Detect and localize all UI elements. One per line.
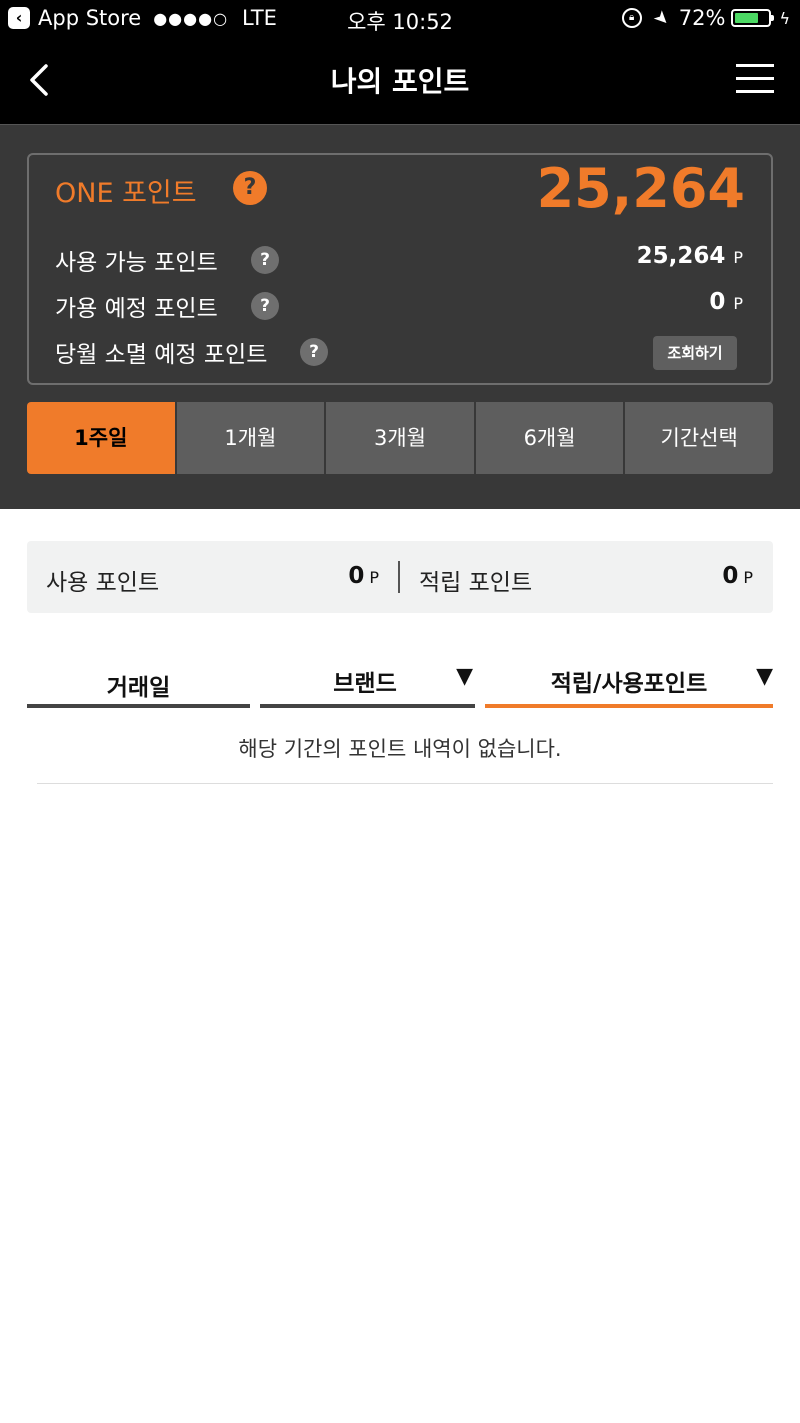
hamburger-menu-icon[interactable] [736, 64, 774, 96]
point-unit: P [369, 568, 379, 587]
column-underline [260, 704, 475, 708]
battery-icon [731, 9, 775, 27]
charging-icon: ϟ [779, 8, 790, 28]
earned-points-number: 0 [722, 563, 739, 589]
divider [398, 561, 400, 593]
points-usage-summary: 사용 포인트 0P 적립 포인트 0P [27, 541, 773, 613]
rotation-lock-icon: 🔒︎ [621, 8, 642, 28]
used-points-number: 0 [348, 563, 365, 589]
tab-1-week[interactable]: 1주일 [27, 402, 175, 474]
earned-points-label: 적립 포인트 [419, 570, 533, 596]
column-brand-label: 브랜드 [333, 671, 397, 697]
point-unit: P [743, 568, 753, 587]
column-underline [27, 704, 250, 708]
column-header-points[interactable]: 적립/사용포인트 ▼ [485, 660, 773, 708]
status-bar: ‹ App Store ●●●●○ LTE 오후 10:52 🔒︎ ➤ 72% … [0, 0, 800, 40]
nav-bar: 나의 포인트 [0, 40, 800, 125]
period-tabs: 1주일 1개월 3개월 6개월 기간선택 [27, 402, 773, 474]
status-right: 🔒︎ ➤ 72% ϟ [621, 5, 790, 31]
tab-1-month[interactable]: 1개월 [176, 402, 325, 474]
sort-down-icon[interactable]: ▼ [456, 664, 473, 689]
sort-down-icon[interactable]: ▼ [756, 664, 773, 689]
one-point-label: ONE 포인트 [55, 178, 197, 209]
column-underline-active [485, 704, 773, 708]
location-icon: ➤ [648, 5, 674, 31]
tab-3-months[interactable]: 3개월 [326, 402, 474, 474]
divider [37, 783, 773, 784]
help-icon[interactable]: ? [251, 246, 279, 274]
column-points-label: 적립/사용포인트 [550, 671, 708, 697]
pending-points-label: 가용 예정 포인트 [55, 296, 218, 322]
available-points-label: 사용 가능 포인트 [55, 250, 218, 276]
used-points-label: 사용 포인트 [46, 570, 160, 596]
earned-points-value: 0P [722, 563, 753, 589]
pending-points-value: 0P [709, 289, 743, 315]
help-icon[interactable]: ? [300, 338, 328, 366]
page-title: 나의 포인트 [330, 65, 470, 98]
empty-history-message: 해당 기간의 포인트 내역이 없습니다. [238, 737, 562, 761]
used-points-value: 0P [348, 563, 379, 589]
help-icon[interactable]: ? [251, 292, 279, 320]
available-points-value: 25,264 P [637, 243, 743, 269]
available-points-number: 25,264 [636, 243, 726, 269]
point-unit: P [733, 248, 743, 267]
one-point-value: 25,264 [536, 157, 745, 220]
expiring-points-label: 당월 소멸 예정 포인트 [55, 342, 268, 368]
column-date-label: 거래일 [106, 675, 171, 701]
column-header-brand[interactable]: 브랜드 ▼ [260, 660, 475, 708]
points-summary-box: ONE 포인트 ? 25,264 사용 가능 포인트 ? 25,264 P 가용 … [27, 153, 773, 385]
help-icon[interactable]: ? [233, 171, 267, 205]
column-header-date[interactable]: 거래일 [27, 660, 250, 708]
battery-fill [735, 13, 759, 23]
tab-6-months[interactable]: 6개월 [475, 402, 624, 474]
battery-percent: 72% [678, 6, 726, 30]
pending-points-number: 0 [709, 289, 726, 315]
query-button[interactable]: 조회하기 [653, 336, 737, 370]
tab-custom-period[interactable]: 기간선택 [625, 402, 773, 474]
points-panel: ONE 포인트 ? 25,264 사용 가능 포인트 ? 25,264 P 가용 … [0, 125, 800, 509]
point-unit: P [733, 294, 743, 313]
